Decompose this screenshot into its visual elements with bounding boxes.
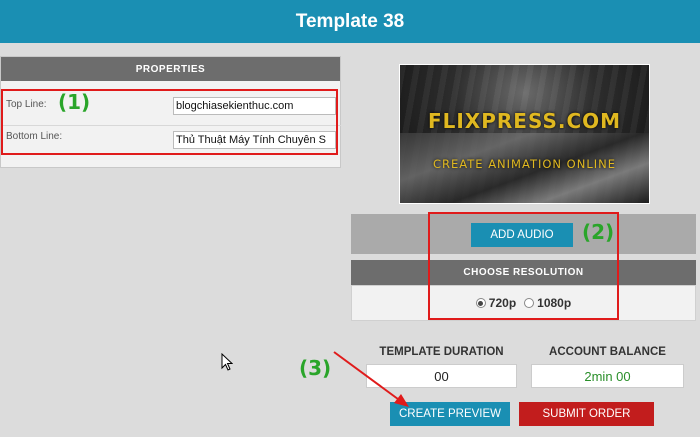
resolution-1080p-label: 1080p — [537, 296, 572, 310]
resolution-heading: CHOOSE RESOLUTION — [351, 260, 696, 285]
row-divider — [1, 125, 341, 126]
radio-unselected-icon[interactable] — [524, 298, 535, 308]
resolution-720p-label: 720p — [488, 296, 517, 310]
properties-heading: PROPERTIES — [1, 57, 340, 81]
properties-panel: PROPERTIES Top Line: Bottom Line: — [0, 56, 341, 168]
template-preview-image: FLIXPRESS.COM CREATE ANIMATION ONLINE — [399, 64, 650, 204]
radio-selected-icon[interactable] — [475, 298, 486, 308]
annotation-step-2: (2) — [582, 220, 615, 244]
page-title: Template 38 — [295, 10, 405, 32]
create-preview-button[interactable]: CREATE PREVIEW — [390, 402, 510, 426]
page-header: Template 38 — [0, 0, 700, 43]
submit-order-button[interactable]: SUBMIT ORDER — [519, 402, 654, 426]
account-balance-label: ACCOUNT BALANCE — [549, 346, 666, 358]
mouse-cursor-icon — [221, 353, 233, 371]
bottom-line-input[interactable] — [173, 131, 336, 149]
preview-logo-text: FLIXPRESS.COM — [427, 109, 622, 133]
resolution-720p-radio[interactable]: 720p — [475, 296, 517, 310]
top-line-input[interactable] — [173, 97, 336, 115]
account-balance-value: 2min 00 — [531, 364, 684, 388]
top-line-row: Top Line: — [1, 93, 341, 121]
bottom-line-row: Bottom Line: — [1, 131, 341, 159]
bottom-line-label: Bottom Line: — [6, 131, 63, 142]
template-duration-label: TEMPLATE DURATION — [379, 346, 504, 358]
add-audio-button[interactable]: ADD AUDIO — [471, 223, 573, 247]
resolution-options: 720p 1080p — [351, 285, 696, 321]
annotation-step-1: (1) — [58, 90, 91, 114]
template-duration-value: 00 — [366, 364, 517, 388]
top-line-label: Top Line: — [6, 99, 47, 110]
resolution-1080p-radio[interactable]: 1080p — [524, 296, 571, 310]
preview-tagline: CREATE ANIMATION ONLINE — [432, 157, 616, 171]
annotation-step-3: (3) — [299, 356, 332, 380]
